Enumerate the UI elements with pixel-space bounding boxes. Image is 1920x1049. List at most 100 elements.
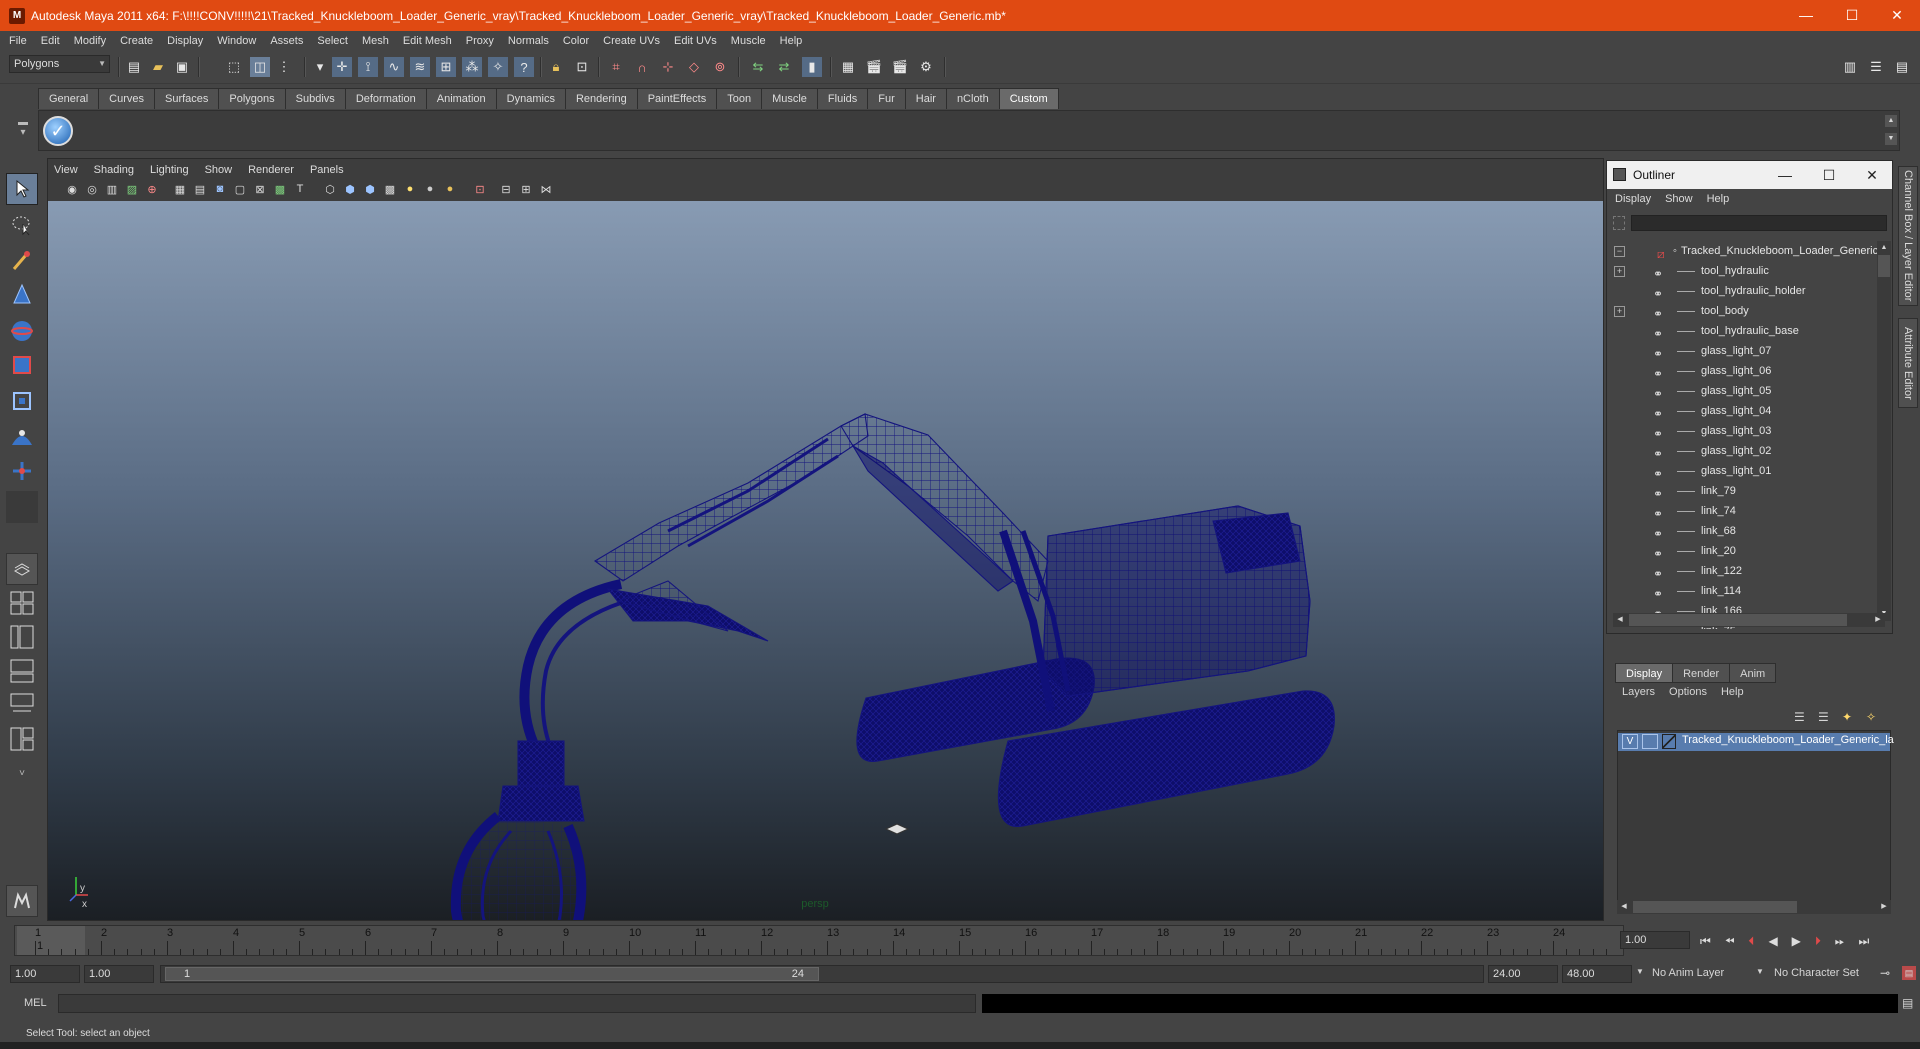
character-set-label[interactable]: No Character Set xyxy=(1774,967,1859,979)
layer-row[interactable]: V Tracked_Knuckleboom_Loader_Generic_la xyxy=(1618,733,1894,751)
playback-end-field[interactable]: 24.00 xyxy=(1488,965,1558,983)
scale-tool-icon[interactable] xyxy=(6,349,38,381)
scroll-left-arrow-icon[interactable]: ◀ xyxy=(1613,613,1627,627)
custom-check-icon[interactable]: ✓ xyxy=(43,116,73,146)
lasso-tool-icon[interactable] xyxy=(6,209,38,241)
outliner-maximize-button[interactable]: ☐ xyxy=(1807,161,1851,189)
expand-icon[interactable]: + xyxy=(1614,306,1625,317)
snap-to-grid-icon[interactable]: ⌗ xyxy=(606,57,626,77)
history-toggle-icon[interactable]: ▮ xyxy=(802,57,822,77)
outliner-close-button[interactable]: ✕ xyxy=(1850,161,1894,189)
animation-start-field[interactable]: 1.00 xyxy=(10,965,80,983)
new-layer-icon[interactable]: ✦ xyxy=(1842,710,1852,724)
menu-display[interactable]: Display xyxy=(167,35,203,47)
select-curves-icon[interactable]: ∿ xyxy=(384,57,404,77)
anim-layer-dropdown-icon[interactable]: ▼ xyxy=(1636,967,1644,976)
menu-set-dropdown[interactable]: Polygons ▼ xyxy=(9,55,110,73)
outliner-item[interactable]: ⚭ glass_light_07 xyxy=(1607,341,1877,361)
menu-edit-uvs[interactable]: Edit UVs xyxy=(674,35,717,47)
menu-mesh[interactable]: Mesh xyxy=(362,35,389,47)
shelf-tab-painteffects[interactable]: PaintEffects xyxy=(636,88,718,109)
open-scene-icon[interactable]: ▰ xyxy=(148,57,168,77)
layer-menu-help[interactable]: Help xyxy=(1721,686,1744,698)
outliner-item[interactable]: ⚭ tool_hydraulic_holder xyxy=(1607,281,1877,301)
outliner-minimize-button[interactable]: — xyxy=(1763,161,1807,189)
layer-menu-layers[interactable]: Layers xyxy=(1622,686,1655,698)
render-settings-icon[interactable]: ⚙︎ xyxy=(916,57,936,77)
select-rendering-icon[interactable]: ✧ xyxy=(488,57,508,77)
wireframe-shading-icon[interactable]: ⬡ xyxy=(322,181,338,197)
layer-color-swatch-icon[interactable] xyxy=(1662,734,1676,749)
resolution-gate-icon[interactable]: ◙ xyxy=(212,181,228,197)
current-time-field[interactable]: 1.00 xyxy=(1620,931,1690,949)
select-by-object-icon[interactable]: ◫ xyxy=(250,57,270,77)
shelf-tab-fur[interactable]: Fur xyxy=(867,88,906,109)
select-surfaces-icon[interactable]: ≋ xyxy=(410,57,430,77)
shelf-scroll-up-icon[interactable]: ▲ xyxy=(1885,115,1897,127)
high-quality-icon[interactable]: ● xyxy=(442,181,458,197)
outliner-item[interactable]: ⚭ link_74 xyxy=(1607,501,1877,521)
snap-to-view-plane-icon[interactable]: ◇ xyxy=(684,57,704,77)
menu-muscle[interactable]: Muscle xyxy=(731,35,766,47)
menu-color[interactable]: Color xyxy=(563,35,589,47)
make-live-icon[interactable]: ⊚ xyxy=(710,57,730,77)
shelf-tab-custom[interactable]: Custom xyxy=(998,88,1059,109)
step-forward-frame-icon[interactable]: ⏵︎ xyxy=(1815,934,1821,949)
layer-horizontal-scrollbar[interactable]: ◀ ▶ xyxy=(1617,900,1891,914)
outliner-item[interactable]: ⚭ tool_hydraulic_base xyxy=(1607,321,1877,341)
menu-edit[interactable]: Edit xyxy=(41,35,60,47)
step-back-key-icon[interactable]: ⏪︎ xyxy=(1725,934,1735,949)
scroll-right-arrow-icon[interactable]: ▶ xyxy=(1877,900,1891,914)
panel-menu-view[interactable]: View xyxy=(54,164,78,176)
time-slider[interactable]: 1 1 2 3 4 5 6 7 8 9 10 11 12 13 14 15 16 17 18 19 20 21 22 23 2… xyxy=(14,925,1624,956)
outliner-menu-help[interactable]: Help xyxy=(1707,193,1730,205)
shelf-tab-surfaces[interactable]: Surfaces xyxy=(153,88,220,109)
smooth-shading-icon[interactable]: ⬢ xyxy=(342,181,358,197)
outliner-item[interactable]: ⚭ link_79 xyxy=(1607,481,1877,501)
scroll-thumb[interactable] xyxy=(1633,901,1797,913)
scroll-up-arrow-icon[interactable]: ▲ xyxy=(1877,241,1891,255)
bookmarks-icon[interactable]: ▥ xyxy=(104,181,120,197)
panel-menu-panels[interactable]: Panels xyxy=(310,164,344,176)
persp-outliner-layout-icon[interactable] xyxy=(6,621,38,653)
menu-edit-mesh[interactable]: Edit Mesh xyxy=(403,35,452,47)
outliner-item[interactable]: + ⚭ tool_hydraulic xyxy=(1607,261,1877,281)
menu-create[interactable]: Create xyxy=(120,35,153,47)
outliner-menu-display[interactable]: Display xyxy=(1615,193,1651,205)
outliner-item[interactable]: ⚭ link_122 xyxy=(1607,561,1877,581)
rotate-tool-icon[interactable] xyxy=(6,315,38,347)
more-layouts-chevron-icon[interactable]: ˅ xyxy=(6,757,38,789)
outliner-item[interactable]: ⚭ link_20 xyxy=(1607,541,1877,561)
outliner-item[interactable]: ⚭ glass_light_03 xyxy=(1607,421,1877,441)
xray-icon[interactable]: ⊟ xyxy=(498,181,514,197)
outliner-root-item[interactable]: − ⧄ ◦ Tracked_Knuckleboom_Loader_Generic… xyxy=(1607,241,1877,261)
wireframe-on-shaded-icon[interactable]: ⬢ xyxy=(362,181,378,197)
animation-preferences-icon[interactable]: ▤ xyxy=(1902,966,1916,980)
outliner-item[interactable]: ⚭ glass_light_04 xyxy=(1607,401,1877,421)
select-joints-icon[interactable]: ⟟ xyxy=(358,57,378,77)
go-to-start-icon[interactable]: ⏮︎ xyxy=(1700,934,1711,949)
grease-pencil-icon[interactable]: ▦ xyxy=(172,181,188,197)
menu-proxy[interactable]: Proxy xyxy=(466,35,494,47)
outliner-item[interactable]: ⚭ glass_light_01 xyxy=(1607,461,1877,481)
panel-menu-renderer[interactable]: Renderer xyxy=(248,164,294,176)
shelf-tab-polygons[interactable]: Polygons xyxy=(218,88,286,109)
layer-menu-options[interactable]: Options xyxy=(1669,686,1707,698)
outliner-item[interactable]: + ⚭ tool_body xyxy=(1607,301,1877,321)
shelf-tab-dynamics[interactable]: Dynamics xyxy=(495,88,566,109)
shelf-tab-muscle[interactable]: Muscle xyxy=(761,88,818,109)
knuckleboom-loader-wireframe[interactable]: y x persp xyxy=(48,201,1603,920)
outliner-filter-input[interactable] xyxy=(1631,215,1887,231)
layer-tab-display[interactable]: Display xyxy=(1615,663,1674,683)
collapse-icon[interactable]: − xyxy=(1614,246,1625,257)
play-backwards-icon[interactable]: ◀ xyxy=(1768,934,1777,948)
outliner-horizontal-scrollbar[interactable]: ◀ ▶ xyxy=(1613,613,1885,627)
show-manipulator-icon[interactable] xyxy=(6,455,38,487)
input-output-icon[interactable]: ⇆ xyxy=(748,57,768,77)
last-tool-used-icon[interactable] xyxy=(6,491,38,523)
shelf-scroll-down-icon[interactable]: ▼ xyxy=(1885,133,1897,145)
move-layer-down-icon[interactable]: ☰ xyxy=(1818,710,1829,724)
step-back-frame-icon[interactable]: ⏴︎ xyxy=(1748,934,1754,949)
shadows-icon[interactable]: ● xyxy=(422,181,438,197)
selection-mask-icon[interactable]: ▾ xyxy=(310,57,330,77)
